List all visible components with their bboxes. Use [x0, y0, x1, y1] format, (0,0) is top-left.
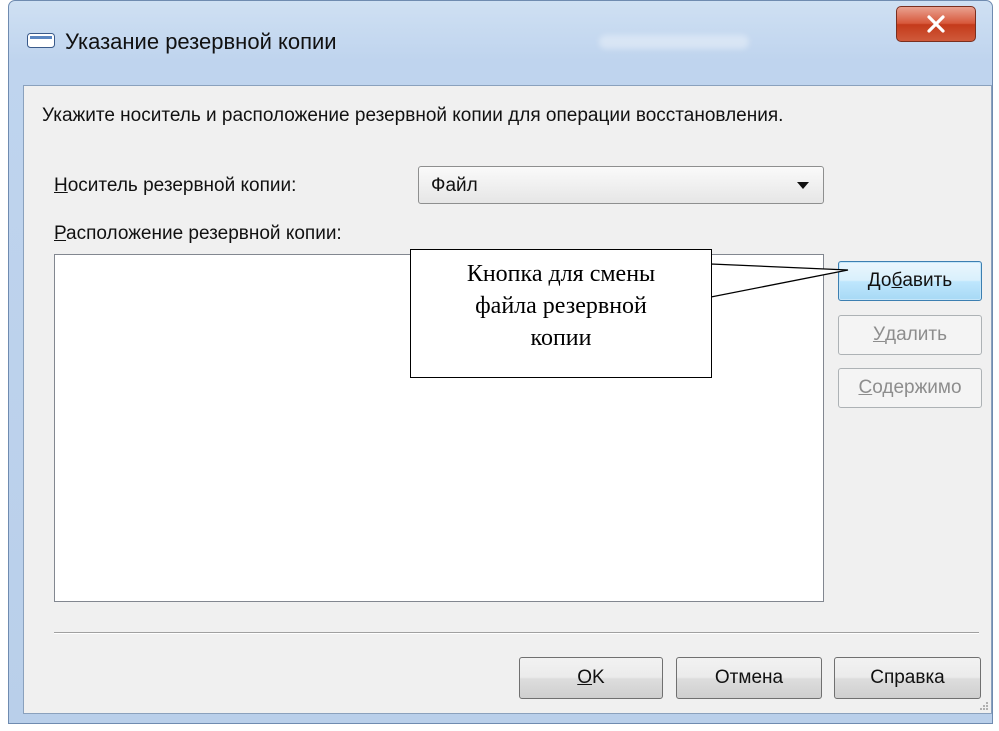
backup-location-label-text: асположение резервной копии:	[66, 223, 342, 244]
ok-button-post: K	[592, 667, 605, 688]
remove-button-accelerator: У	[872, 324, 886, 345]
backup-media-label-accelerator: Н	[54, 175, 68, 196]
chevron-down-icon	[797, 182, 809, 189]
ok-button-accelerator: O	[577, 667, 593, 688]
contents-button-post: одержимо	[872, 377, 962, 398]
close-button[interactable]	[896, 6, 976, 42]
dialog-window-icon	[27, 33, 55, 48]
close-icon	[927, 15, 945, 33]
window-title: Указание резервной копии	[65, 29, 337, 54]
title-blurred-area	[599, 35, 749, 49]
footer-separator	[54, 632, 979, 634]
remove-button-post: далить	[885, 324, 948, 345]
contents-button-accelerator: С	[858, 377, 873, 398]
add-button-pre: До	[867, 270, 892, 291]
cancel-button[interactable]: Отмена	[676, 657, 822, 699]
backup-location-label-accelerator: Р	[54, 223, 67, 244]
remove-button[interactable]: Удалить	[838, 315, 982, 355]
help-button[interactable]: Справка	[834, 657, 981, 699]
title-bar[interactable]: Указание резервной копии	[9, 1, 992, 85]
dialog-client-area: Укажите носитель и расположение резервно…	[23, 85, 992, 714]
backup-media-select-value: Файл	[431, 175, 478, 196]
contents-button[interactable]: Содержимо	[838, 368, 982, 408]
backup-media-select[interactable]: Файл	[418, 166, 824, 204]
ok-button[interactable]: OK	[519, 657, 663, 699]
add-button-accelerator: б	[891, 270, 903, 291]
add-button[interactable]: До б авить	[838, 261, 982, 301]
backup-media-label: Носитель резервной копии:	[54, 175, 296, 197]
backup-location-label: Расположение резервной копии:	[54, 223, 342, 245]
callout-annotation: Кнопка для смены файла резервной копии	[410, 249, 712, 378]
instruction-text: Укажите носитель и расположение резервно…	[42, 105, 784, 126]
backup-media-label-text: оситель резервной копии:	[67, 175, 297, 196]
add-button-post: авить	[902, 270, 953, 291]
resize-grip-icon[interactable]	[977, 699, 989, 711]
